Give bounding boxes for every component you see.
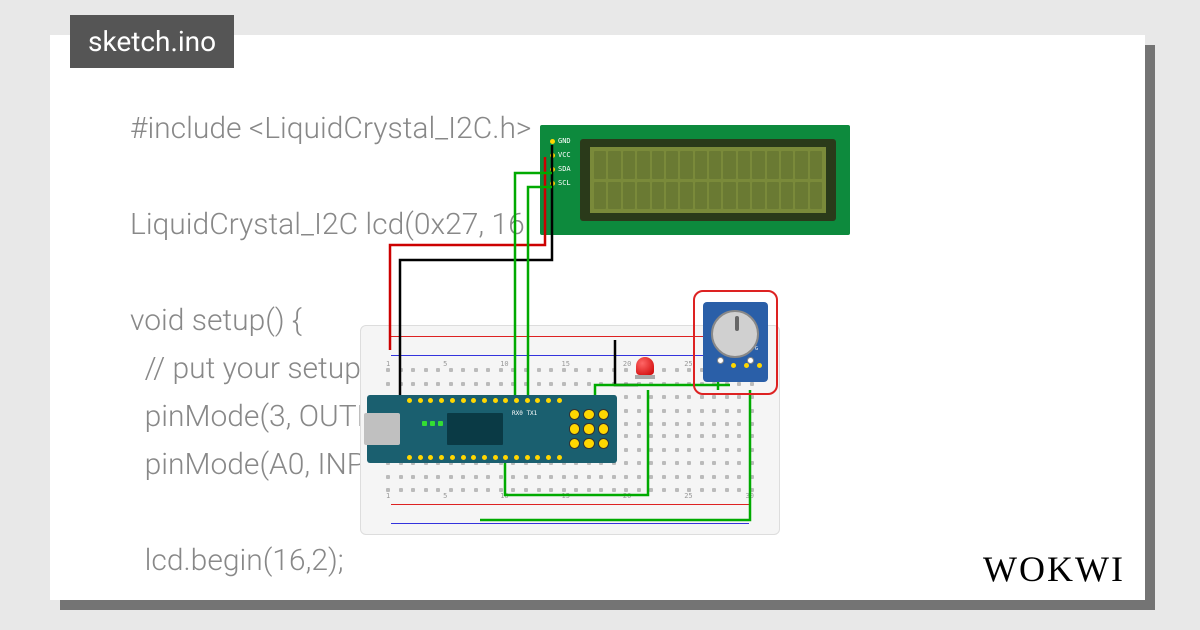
red-led-component[interactable] xyxy=(636,357,654,385)
pot-knob[interactable] xyxy=(711,310,759,358)
circuit-canvas[interactable]: GND VCC SDA SCL 151015202530 15101520253… xyxy=(360,125,920,545)
editor-card: #include <LiquidCrystal_I2C.h> LiquidCry… xyxy=(50,35,1145,600)
nano-mcu-chip xyxy=(447,413,503,445)
lcd-screen xyxy=(590,147,826,213)
breadboard-numbers-bottom: 151015202530 xyxy=(386,492,754,500)
nano-usb-port xyxy=(364,413,400,445)
power-rail-bottom xyxy=(371,500,769,528)
arduino-nano-component[interactable]: RX0 TX1 xyxy=(367,395,617,463)
file-tab[interactable]: sketch.ino xyxy=(70,15,234,68)
potentiometer-component[interactable]: GND SIG VCC xyxy=(693,290,778,395)
led-bulb xyxy=(636,357,654,375)
lcd-pin-labels: GND VCC SDA SCL xyxy=(550,137,571,187)
nano-pins-bottom xyxy=(407,455,562,460)
led-base xyxy=(635,375,655,379)
nano-silk-label: RX0 TX1 xyxy=(512,410,537,417)
nano-status-leds xyxy=(422,421,443,426)
wokwi-logo: WOKWI xyxy=(983,548,1125,590)
pot-pins xyxy=(731,363,762,368)
nano-icsp-header xyxy=(569,409,609,449)
lcd-1602-component[interactable]: GND VCC SDA SCL xyxy=(540,125,850,235)
tab-filename: sketch.ino xyxy=(88,25,216,58)
nano-pins-top xyxy=(407,398,562,403)
